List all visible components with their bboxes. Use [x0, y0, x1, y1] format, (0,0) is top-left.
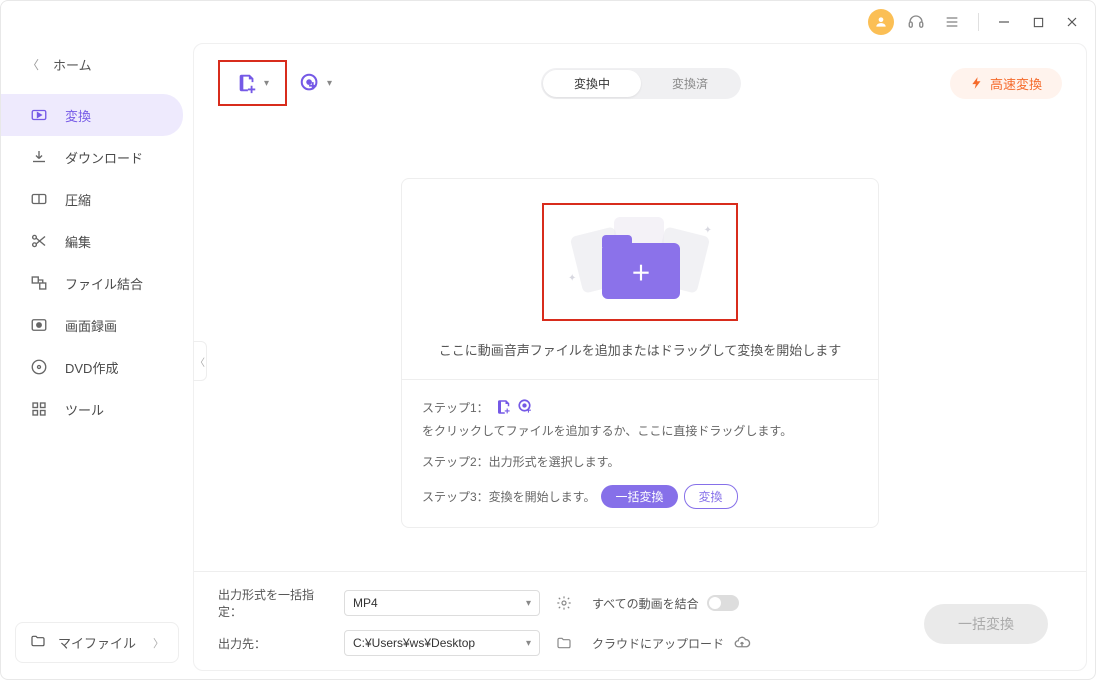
sidebar-collapse-handle[interactable]: 〈 — [193, 341, 207, 381]
sidebar-item-label: DVD作成 — [65, 358, 118, 377]
scissors-icon — [29, 231, 49, 251]
open-folder-icon[interactable] — [554, 635, 574, 651]
convert-status-tabs: 変換中 変換済 — [541, 68, 741, 99]
add-disc-icon — [299, 72, 321, 94]
sidebar-item-dvd[interactable]: DVD作成 — [1, 346, 183, 388]
sidebar-item-download[interactable]: ダウンロード — [1, 136, 183, 178]
record-icon — [29, 315, 49, 335]
sidebar-item-label: 画面録画 — [65, 316, 117, 335]
format-settings-icon[interactable] — [554, 595, 574, 611]
drop-card: ＋ ✦ ✦ ここに動画音声ファイルを追加またはドラッグして変換を開始します ステ… — [401, 178, 879, 528]
add-file-icon — [236, 72, 258, 94]
output-format-select[interactable]: MP4 ▾ — [344, 590, 540, 616]
sidebar: 〈 ホーム 変換 ダウンロード 圧縮 編集 ファイル結合 画面録画 — [1, 43, 193, 679]
toolbar: ▾ ▾ 変換中 変換済 高速変換 — [194, 44, 1086, 118]
home-link[interactable]: 〈 ホーム — [1, 47, 193, 82]
sidebar-item-label: 編集 — [65, 232, 91, 251]
chevron-right-icon: 〉 — [153, 635, 164, 651]
step-1: ステップ1： をクリックしてファイルを追加するか、ここに直接ドラッグします。 — [422, 398, 858, 439]
chevron-down-icon: ▾ — [526, 598, 531, 609]
output-dest-select[interactable]: C:¥Users¥ws¥Desktop ▾ — [344, 630, 540, 656]
step-3: ステップ3：変換を開始します。 一括変換 変換 — [422, 484, 858, 509]
add-files-dropzone[interactable]: ＋ ✦ ✦ — [542, 203, 738, 321]
sidebar-item-label: ファイル結合 — [65, 274, 143, 293]
content-panel: ▾ ▾ 変換中 変換済 高速変換 — [193, 43, 1087, 671]
fast-convert-label: 高速変換 — [990, 74, 1042, 93]
my-files-button[interactable]: マイファイル 〉 — [15, 622, 179, 663]
output-format-label: 出力形式を一括指定： — [218, 586, 330, 620]
output-dest-label: 出力先： — [218, 635, 330, 652]
window-minimize-button[interactable] — [991, 9, 1017, 35]
steps-panel: ステップ1： をクリックしてファイルを追加するか、ここに直接ドラッグします。 ス… — [402, 379, 878, 527]
window-maximize-button[interactable] — [1025, 9, 1051, 35]
compress-icon — [29, 189, 49, 209]
add-disc-icon — [517, 398, 535, 416]
cloud-icon[interactable] — [732, 634, 752, 652]
convert-chip[interactable]: 変換 — [684, 484, 738, 509]
bottom-bar: 出力形式を一括指定： MP4 ▾ すべての動画を結合 出力先： C:¥Users… — [194, 571, 1086, 670]
add-file-button[interactable]: ▾ — [218, 60, 287, 106]
chevron-down-icon: ▾ — [327, 78, 332, 89]
chevron-down-icon: ▾ — [526, 638, 531, 649]
sidebar-item-label: ダウンロード — [65, 148, 143, 167]
tab-converting[interactable]: 変換中 — [543, 70, 641, 97]
sidebar-item-tools[interactable]: ツール — [1, 388, 183, 430]
chevron-down-icon: ▾ — [264, 78, 269, 89]
convert-icon — [29, 105, 49, 125]
lightning-icon — [970, 76, 984, 90]
step-2: ステップ2：出力形式を選択します。 — [422, 453, 858, 470]
batch-convert-chip[interactable]: 一括変換 — [601, 485, 677, 508]
sidebar-item-edit[interactable]: 編集 — [1, 220, 183, 262]
disc-icon — [29, 357, 49, 377]
titlebar — [1, 1, 1095, 43]
batch-convert-button[interactable]: 一括変換 — [924, 604, 1048, 644]
sidebar-item-label: 変換 — [65, 106, 91, 125]
tab-converted[interactable]: 変換済 — [641, 70, 739, 97]
tools-icon — [29, 399, 49, 419]
sidebar-item-merge[interactable]: ファイル結合 — [1, 262, 183, 304]
sidebar-item-compress[interactable]: 圧縮 — [1, 178, 183, 220]
merge-label: すべての動画を結合 — [592, 595, 699, 612]
home-label: ホーム — [53, 55, 92, 74]
add-file-icon — [495, 398, 513, 416]
sidebar-item-label: 圧縮 — [65, 190, 91, 209]
sidebar-item-convert[interactable]: 変換 — [1, 94, 183, 136]
menu-icon[interactable] — [938, 8, 966, 36]
sidebar-item-label: ツール — [65, 400, 104, 419]
user-avatar-icon[interactable] — [868, 9, 894, 35]
folder-icon — [30, 633, 46, 652]
chevron-left-icon: 〈 — [27, 56, 39, 73]
download-icon — [29, 147, 49, 167]
window-close-button[interactable] — [1059, 9, 1085, 35]
fast-convert-button[interactable]: 高速変換 — [950, 68, 1062, 99]
add-disc-button[interactable]: ▾ — [299, 72, 332, 94]
support-icon[interactable] — [902, 8, 930, 36]
my-files-label: マイファイル — [58, 633, 136, 652]
drop-instruction-text: ここに動画音声ファイルを追加またはドラッグして変換を開始します — [422, 340, 858, 359]
merge-toggle[interactable] — [707, 595, 739, 611]
merge-icon — [29, 273, 49, 293]
sidebar-item-record[interactable]: 画面録画 — [1, 304, 183, 346]
drop-area: ＋ ✦ ✦ ここに動画音声ファイルを追加またはドラッグして変換を開始します ステ… — [194, 118, 1086, 571]
cloud-upload-label: クラウドにアップロード — [592, 635, 724, 652]
folder-plus-icon: ＋ — [602, 243, 680, 299]
